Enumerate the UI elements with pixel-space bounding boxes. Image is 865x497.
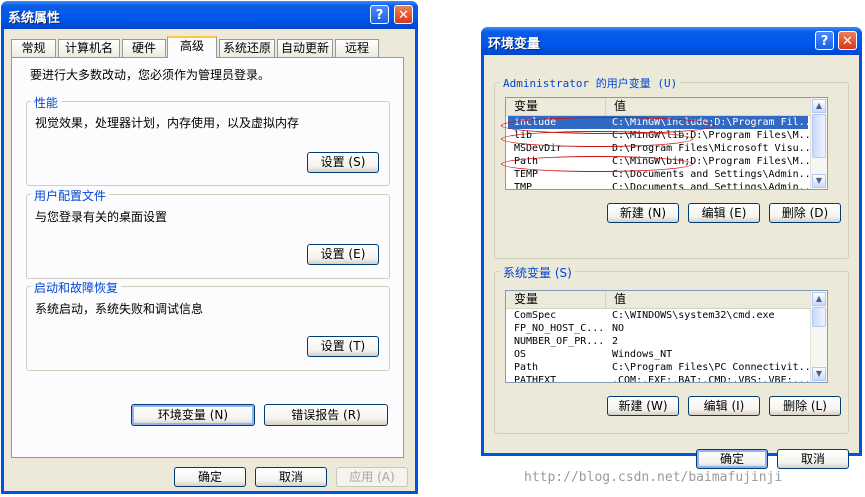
system-properties-window: 系统属性 ? ✕ 常规 计算机名 硬件 高级 系统还原 自动更新 远程 要进行大… [1, 1, 418, 494]
sys-new-button[interactable]: 新建 (W) [607, 396, 679, 416]
system-variables-list[interactable]: 变量 值 ComSpec C:\WINDOWS\system32\cmd.exe F… [505, 290, 828, 383]
variable-name: OS [514, 349, 527, 360]
scroll-thumb[interactable] [812, 114, 826, 158]
tab-general[interactable]: 常规 [11, 39, 56, 57]
variable-value: NO [612, 323, 625, 334]
variable-name: ComSpec [514, 310, 557, 321]
user-profiles-desc: 与您登录有关的桌面设置 [35, 210, 168, 224]
system-variables-title: 系统变量 (S) [500, 264, 575, 281]
advanced-tab-panel: 要进行大多数改动，您必须作为管理员登录。 性能 视觉效果，处理器计划，内存使用，… [11, 57, 404, 458]
variable-name: FP_NO_HOST_C... [514, 323, 605, 334]
startup-recovery-title: 启动和故障恢复 [31, 279, 122, 296]
environment-variables-window: 环境变量 ? ✕ Administrator 的用户变量 (U) 变量 值 in… [481, 27, 862, 469]
scroll-down-icon[interactable]: ▼ [812, 174, 826, 188]
performance-title: 性能 [31, 94, 62, 111]
tab-advanced[interactable]: 高级 [167, 36, 217, 58]
env-cancel-button[interactable]: 取消 [777, 449, 849, 469]
variable-name: NUMBER_OF_PR... [514, 336, 605, 347]
variable-value: 2 [612, 336, 619, 347]
system-variables-group: 系统变量 (S) 变量 值 ComSpec C:\WINDOWS\system32… [494, 264, 849, 434]
variable-value: C:\WINDOWS\system32\cmd.exe [612, 310, 775, 321]
list-item[interactable]: NUMBER_OF_PR... 2 [508, 335, 808, 348]
startup-recovery-settings-button[interactable]: 设置 (T) [307, 336, 379, 357]
startup-recovery-desc: 系统启动，系统失败和调试信息 [35, 302, 204, 316]
user-col-variable[interactable]: 变量 [506, 98, 606, 115]
env-titlebar[interactable]: 环境变量 ? ✕ [481, 27, 862, 55]
scroll-down-icon[interactable]: ▼ [812, 367, 826, 381]
close-button[interactable]: ✕ [394, 5, 413, 24]
tab-computer-name[interactable]: 计算机名 [58, 39, 120, 57]
error-reporting-button[interactable]: 错误报告 (R) [264, 404, 388, 426]
env-close-button[interactable]: ✕ [838, 31, 857, 50]
window-title: 系统属性 [8, 11, 61, 26]
user-delete-button[interactable]: 删除 (D) [769, 203, 841, 223]
user-new-button[interactable]: 新建 (N) [607, 203, 679, 223]
watermark-text: http://blog.csdn.net/baimafujinji [524, 470, 783, 485]
tab-automatic-updates[interactable]: 自动更新 [277, 39, 333, 57]
annotation-ellipse-lib [501, 131, 693, 147]
performance-group: 性能 视觉效果，处理器计划，内存使用，以及虚拟内存 设置 (S) [26, 94, 390, 186]
annotation-ellipse-path [501, 156, 693, 172]
list-item[interactable]: OS Windows_NT [508, 348, 808, 361]
env-help-button[interactable]: ? [815, 31, 834, 50]
user-profiles-title: 用户配置文件 [31, 187, 110, 204]
scroll-thumb[interactable] [812, 307, 826, 327]
list-item[interactable]: FP_NO_HOST_C... NO [508, 322, 808, 335]
variable-value: C:\Documents and Settings\Admin... [612, 182, 817, 190]
user-list-scrollbar[interactable]: ▲ ▼ [810, 98, 827, 189]
variable-value: .COM;.EXE;.BAT;.CMD;.VBS;.VBE;... [612, 375, 811, 383]
startup-recovery-group: 启动和故障恢复 系统启动，系统失败和调试信息 设置 (T) [26, 279, 390, 371]
apply-button[interactable]: 应用 (A) [336, 467, 408, 487]
user-list-header: 变量 值 [506, 98, 811, 116]
env-window-title: 环境变量 [488, 37, 541, 52]
help-button[interactable]: ? [370, 5, 389, 24]
tab-system-restore[interactable]: 系统还原 [219, 39, 275, 57]
user-profiles-settings-button[interactable]: 设置 (E) [307, 244, 379, 265]
scroll-up-icon[interactable]: ▲ [812, 99, 826, 113]
user-profiles-group: 用户配置文件 与您登录有关的桌面设置 设置 (E) [26, 187, 390, 279]
env-ok-button[interactable]: 确定 [696, 449, 768, 469]
tab-hardware[interactable]: 硬件 [122, 39, 166, 57]
cancel-button[interactable]: 取消 [255, 467, 327, 487]
system-properties-client: 常规 计算机名 硬件 高级 系统还原 自动更新 远程 要进行大多数改动，您必须作… [4, 29, 415, 491]
admin-note: 要进行大多数改动，您必须作为管理员登录。 [30, 68, 271, 82]
scroll-up-icon[interactable]: ▲ [812, 292, 826, 306]
env-client: Administrator 的用户变量 (U) 变量 值 include C:\M… [484, 55, 859, 469]
sys-delete-button[interactable]: 删除 (L) [769, 396, 841, 416]
sys-edit-button[interactable]: 编辑 (I) [688, 396, 760, 416]
variable-name: PATHEXT [514, 375, 557, 383]
variable-name: Path [514, 362, 539, 373]
variable-value: Windows_NT [612, 349, 673, 360]
tab-remote[interactable]: 远程 [335, 39, 379, 57]
variable-value: C:\Program Files\PC Connectivit... [612, 362, 817, 373]
user-col-value[interactable]: 值 [606, 98, 811, 115]
list-item[interactable]: Path C:\Program Files\PC Connectivit... [508, 361, 817, 374]
sys-list-header: 变量 值 [506, 291, 811, 309]
user-variables-title: Administrator 的用户变量 (U) [500, 75, 681, 91]
system-properties-titlebar[interactable]: 系统属性 ? ✕ [1, 1, 418, 29]
performance-settings-button[interactable]: 设置 (S) [307, 152, 379, 173]
sys-list-scrollbar[interactable]: ▲ ▼ [810, 291, 827, 382]
variable-name: TMP [514, 182, 533, 190]
list-item[interactable]: TMP C:\Documents and Settings\Admin... [508, 181, 817, 190]
performance-desc: 视觉效果，处理器计划，内存使用，以及虚拟内存 [35, 116, 300, 130]
user-edit-button[interactable]: 编辑 (E) [688, 203, 760, 223]
ok-button[interactable]: 确定 [174, 467, 246, 487]
list-item[interactable]: ComSpec C:\WINDOWS\system32\cmd.exe [508, 309, 808, 322]
list-item[interactable]: PATHEXT .COM;.EXE;.BAT;.CMD;.VBS;.VBE;... [508, 374, 811, 383]
environment-variables-button[interactable]: 环境变量 (N) [131, 404, 255, 426]
sys-col-variable[interactable]: 变量 [506, 291, 606, 308]
sys-col-value[interactable]: 值 [606, 291, 811, 308]
